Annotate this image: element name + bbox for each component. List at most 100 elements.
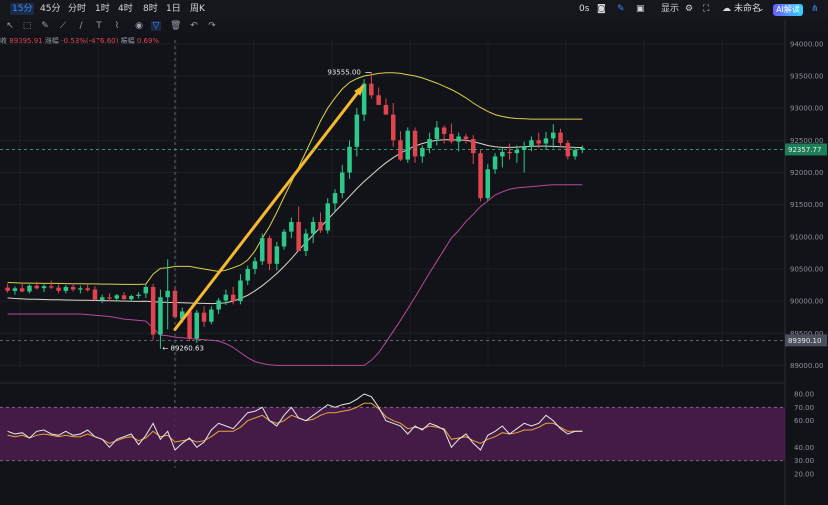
candle-body: [201, 312, 207, 322]
candle-body: [572, 150, 578, 157]
candle-body: [19, 288, 25, 292]
candle-body: [332, 193, 338, 204]
candle-body: [165, 290, 170, 298]
candle-body: [325, 203, 330, 231]
bollinger-bands: [7, 72, 583, 366]
candle-body: [158, 297, 163, 335]
candle-body: [551, 132, 556, 139]
candle-body: [107, 297, 112, 299]
candle-body: [405, 130, 410, 160]
candle-body: [5, 287, 10, 291]
candle-body: [78, 288, 83, 290]
bollinger-upper-line: [7, 72, 583, 285]
candle-body: [529, 140, 534, 147]
price-axis-label: 91000.00: [790, 233, 823, 241]
candle-body: [70, 287, 76, 290]
candle-body: [27, 285, 32, 292]
candle-body: [441, 127, 447, 134]
price-axis-label: 92000.00: [790, 169, 823, 177]
candle-body: [398, 140, 403, 160]
candle-body: [114, 295, 119, 299]
rsi-axis-label: 20.00: [794, 471, 814, 479]
high-label: 93555.00: [327, 68, 360, 76]
candle-body: [383, 105, 389, 115]
candle-body: [41, 286, 47, 289]
rsi-axis-label: 40.00: [794, 444, 814, 452]
candle-body: [318, 222, 323, 231]
candle-body: [347, 146, 352, 173]
secondary-price-tag: 89390.10: [788, 337, 821, 345]
candle-body: [209, 309, 214, 322]
bollinger-lower-line: [7, 184, 583, 366]
candle-body: [230, 294, 236, 302]
candle-body: [150, 287, 156, 335]
price-tags: 92357.77 89390.10: [0, 143, 827, 347]
rsi-axis-label: 70.00: [794, 404, 814, 412]
price-axis-label: 94000.00: [790, 40, 823, 48]
annotations: 93555.00 ← 89260.63: [162, 40, 372, 468]
candle-body: [289, 222, 294, 232]
candles: [5, 72, 585, 349]
candle-body: [434, 127, 440, 140]
candle-body: [49, 286, 54, 288]
candle-body: [558, 132, 563, 143]
candle-body: [252, 261, 258, 269]
candle-body: [238, 280, 243, 302]
candle-body: [56, 287, 61, 291]
candle-body: [354, 114, 360, 147]
candle-body: [281, 231, 287, 247]
rsi-axis-label: 30.00: [794, 457, 814, 465]
candle-body: [92, 289, 98, 300]
candle-body: [63, 287, 69, 291]
candle-body: [543, 138, 549, 144]
candle-body: [129, 296, 134, 300]
rsi-axis-label: 60.00: [794, 417, 814, 425]
candle-body: [376, 95, 381, 105]
candle-body: [296, 222, 301, 251]
rsi-axis-label: 80.00: [794, 391, 814, 399]
candle-body: [121, 295, 127, 300]
trend-arrow-line: [173, 85, 364, 331]
candle-body: [194, 312, 199, 339]
candle-body: [143, 287, 149, 294]
candle-body: [223, 294, 229, 301]
candle-body: [536, 140, 541, 144]
price-axis-label: 93500.00: [790, 73, 823, 81]
candle-body: [303, 233, 309, 251]
candle-body: [449, 133, 454, 142]
price-axis-label: 90500.00: [790, 265, 823, 273]
candle-body: [514, 150, 520, 154]
candle-body: [471, 139, 476, 154]
candle-body: [260, 238, 265, 262]
price-axis-label: 91500.00: [790, 201, 823, 209]
candle-body: [412, 130, 418, 157]
candlestick-chart[interactable]: 94000.0093500.0093000.0092500.0092000.00…: [0, 0, 828, 505]
candle-body: [136, 294, 141, 296]
candle-body: [492, 156, 498, 170]
current-price-tag: 92357.77: [788, 146, 821, 154]
candle-body: [463, 136, 469, 140]
candle-body: [485, 169, 490, 199]
candle-body: [391, 114, 396, 141]
candle-body: [274, 246, 280, 264]
candle-body: [310, 222, 316, 234]
candle-body: [507, 151, 512, 154]
price-axis-label: 89000.00: [790, 362, 823, 370]
candle-body: [369, 83, 374, 96]
candle-body: [216, 300, 221, 310]
candle-body: [340, 172, 345, 194]
candle-body: [100, 297, 105, 300]
price-axis-label: 93000.00: [790, 105, 823, 113]
candle-body: [267, 238, 272, 264]
price-axis: 94000.0093500.0093000.0092500.0092000.00…: [790, 40, 823, 370]
rsi-panel: 80.00 70.00 60.00 40.00 30.00 20.00: [0, 382, 814, 479]
low-label: ← 89260.63: [162, 345, 204, 353]
candle-body: [187, 311, 192, 339]
candle-body: [245, 269, 250, 281]
price-axis-label: 90000.00: [790, 298, 823, 306]
rsi-band-fill: [0, 407, 785, 461]
candle-body: [427, 139, 432, 148]
candle-body: [12, 288, 18, 291]
candle-body: [478, 153, 483, 199]
candle-body: [85, 288, 90, 291]
